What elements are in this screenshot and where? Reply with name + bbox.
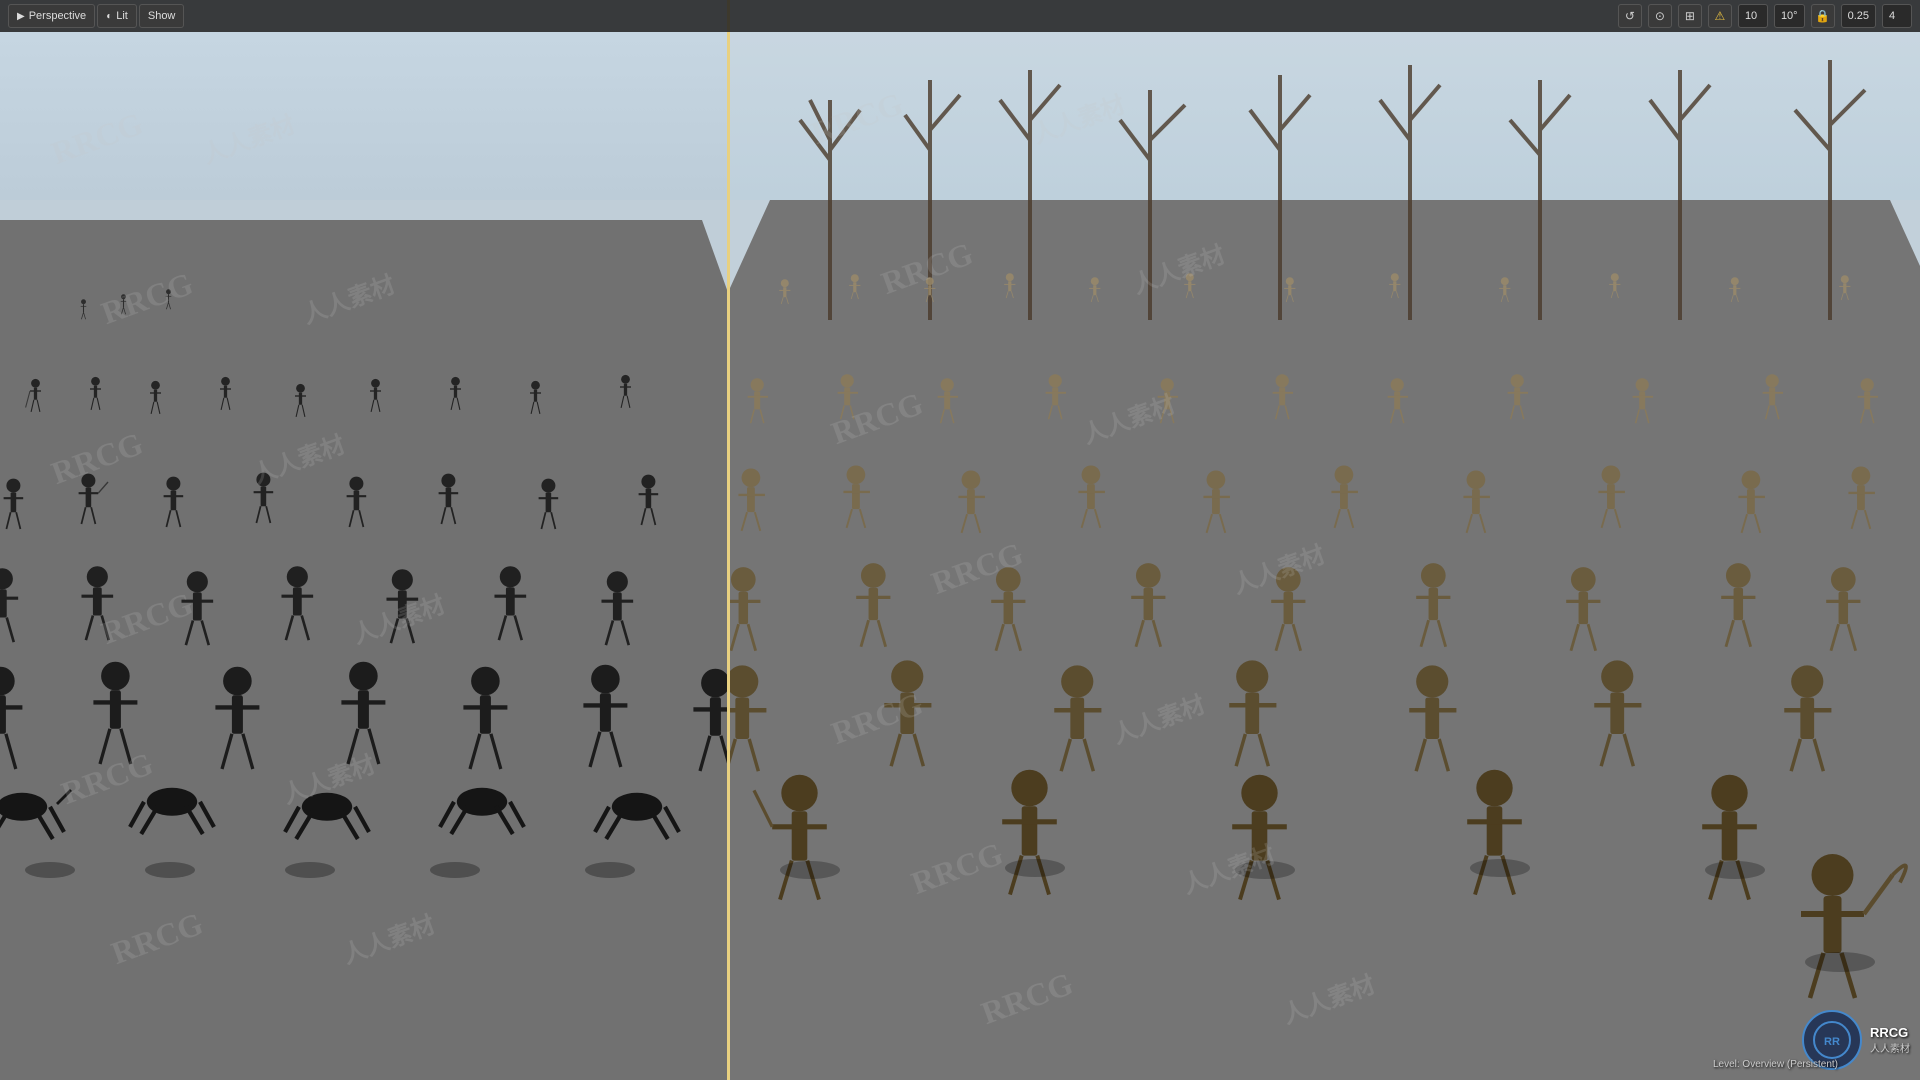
layer-value-display: 4 (1882, 4, 1912, 28)
scale-value-display: 0.25 (1841, 4, 1876, 28)
left-scene-svg (0, 0, 727, 1080)
right-scene-svg (730, 0, 1920, 1080)
brand-name: RRCG (1870, 1025, 1908, 1040)
refresh-icon: ↺ (1625, 9, 1635, 23)
warning-icon: ⚠ (1715, 9, 1726, 23)
viewport: RRCG 人人素材 RRCG 人人素材 RRCG 人人素材 RRCG 人人素材 … (0, 0, 1920, 1080)
lit-button[interactable]: ◐ Lit (97, 4, 137, 28)
lock-button[interactable]: 🔒 (1811, 4, 1835, 28)
perspective-button[interactable]: ▶ Perspective (8, 4, 95, 28)
camera-button[interactable]: ⊙ (1648, 4, 1672, 28)
left-panel: RRCG 人人素材 RRCG 人人素材 RRCG 人人素材 RRCG 人人素材 … (0, 0, 727, 1080)
lock-icon: 🔒 (1815, 9, 1830, 23)
angle-value-display: 10° (1774, 4, 1805, 28)
lit-label: Lit (116, 10, 128, 22)
viewport-divider (727, 0, 730, 1080)
refresh-button[interactable]: ↺ (1618, 4, 1642, 28)
perspective-icon: ▶ (17, 11, 25, 22)
show-label: Show (148, 10, 176, 22)
right-panel: RRCG 人人素材 RRCG 人人素材 RRCG 人人素材 RRCG 人人素材 … (730, 0, 1920, 1080)
grid-button[interactable]: ⊞ (1678, 4, 1702, 28)
grid-number: 10 (1745, 10, 1757, 22)
svg-text:RR: RR (1824, 1036, 1840, 1048)
toolbar-right: ↺ ⊙ ⊞ ⚠ 10 10° 🔒 (1618, 4, 1912, 28)
warning-button[interactable]: ⚠ (1708, 4, 1732, 28)
lit-icon: ◐ (106, 11, 112, 22)
angle-number: 10° (1781, 10, 1798, 22)
layer-number: 4 (1889, 10, 1895, 22)
perspective-label: Perspective (29, 10, 86, 22)
grid-icon: ⊞ (1685, 9, 1695, 23)
scale-number: 0.25 (1848, 10, 1869, 22)
show-button[interactable]: Show (139, 4, 185, 28)
grid-value-display: 10 (1738, 4, 1768, 28)
camera-icon: ⊙ (1655, 9, 1665, 23)
level-label: Level: Overview (Persistent) (1713, 1059, 1838, 1070)
brand-subtitle: 人人素材 (1870, 1040, 1910, 1055)
toolbar: ▶ Perspective ◐ Lit Show ↺ ⊙ ⊞ (0, 0, 1920, 32)
